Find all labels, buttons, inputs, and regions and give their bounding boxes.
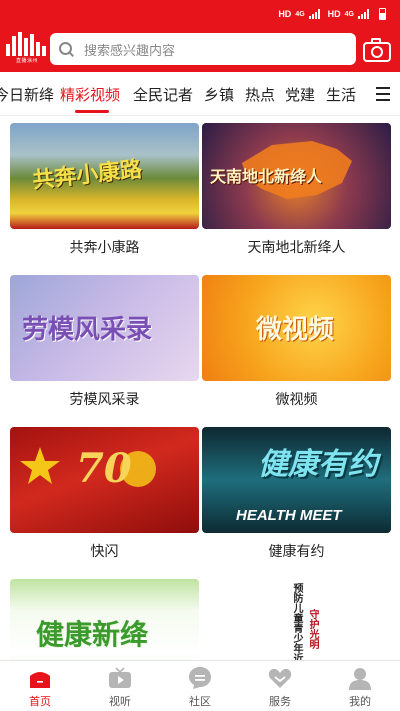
nav-home[interactable]: 首页: [0, 661, 80, 711]
tv-play-icon: [109, 667, 131, 688]
tab-dangjian[interactable]: 党建: [285, 84, 315, 105]
video-thumbnail[interactable]: 70: [10, 427, 199, 533]
nav-label: 社区: [189, 695, 211, 708]
thumbnail-caption: 70: [76, 445, 132, 492]
video-thumbnail[interactable]: 天南地北新绛人: [202, 123, 391, 229]
app-logo[interactable]: 直播涂州: [6, 32, 48, 64]
video-thumbnail[interactable]: 劳模风采录: [10, 275, 199, 381]
video-card[interactable]: 70 快闪: [10, 427, 199, 567]
tab-quanmin-jizhe[interactable]: 全民记者: [133, 84, 193, 105]
thumbnail-caption: 共奔小康路: [31, 156, 144, 194]
more-tabs-button[interactable]: [366, 72, 400, 115]
tab-jinri-xinjiang[interactable]: 今日新绛: [0, 84, 54, 105]
video-title: 劳模风采录: [69, 392, 140, 408]
nav-services[interactable]: 服务: [240, 661, 320, 711]
chat-bubble-icon: [189, 667, 211, 689]
header-bar: HD 4G HD 4G 直播涂州 搜索感兴趣内容: [0, 0, 400, 72]
thumbnail-subcaption: 守护光明: [307, 609, 318, 649]
thumbnail-caption: 劳模风采录: [22, 315, 153, 345]
camera-button[interactable]: [362, 36, 392, 64]
thumbnail-caption: 微视频: [256, 315, 335, 345]
nav-label: 视听: [109, 695, 131, 708]
category-tabs: 今日新绛 精彩视频 全民记者 乡镇 热点 党建 生活: [0, 72, 400, 116]
tab-xiangzhen[interactable]: 乡镇: [204, 84, 234, 105]
video-thumbnail[interactable]: 微视频: [202, 275, 391, 381]
video-title: 共奔小康路: [69, 240, 140, 256]
thumbnail-caption: 健康新绛: [36, 618, 149, 651]
video-card[interactable]: 微视频 微视频: [202, 275, 391, 415]
video-card[interactable]: 共奔小康路 共奔小康路: [10, 123, 199, 263]
user-icon: [349, 668, 371, 690]
video-grid: 共奔小康路 共奔小康路 天南地北新绛人 天南地北新绛人 劳模风采录 劳模风采录 …: [0, 116, 400, 685]
bottom-navigation: 首页 视听 社区 服务 我的: [0, 660, 400, 711]
search-input[interactable]: 搜索感兴趣内容: [50, 33, 356, 65]
video-card[interactable]: 天南地北新绛人 天南地北新绛人: [202, 123, 391, 263]
service-heart-icon: [268, 668, 292, 688]
video-card[interactable]: 健康新绛: [10, 579, 199, 685]
video-title: 健康有约: [268, 544, 325, 560]
tab-jingcai-shipin[interactable]: 精彩视频: [60, 84, 120, 105]
network-type-1: 4G: [295, 10, 305, 18]
menu-icon: [376, 87, 390, 89]
nav-label: 我的: [349, 695, 371, 708]
status-indicators: HD 4G HD 4G: [278, 8, 386, 20]
logo-icon: [6, 32, 48, 56]
network-type-2: 4G: [344, 10, 354, 18]
video-thumbnail[interactable]: 共奔小康路: [10, 123, 199, 229]
status-bar: HD 4G HD 4G: [0, 0, 400, 28]
nav-media[interactable]: 视听: [80, 661, 160, 711]
thumbnail-caption: 天南地北新绛人: [210, 167, 323, 186]
signal-icon-2: [358, 9, 369, 19]
hd-label: HD: [278, 9, 292, 19]
video-card[interactable]: 健康有约 HEALTH MEET 健康有约: [202, 427, 391, 567]
app-screen: HD 4G HD 4G 直播涂州 搜索感兴趣内容 今日新绛 精彩视频 全民记者 …: [0, 0, 400, 711]
nav-profile[interactable]: 我的: [320, 661, 400, 711]
video-card[interactable]: 劳模风采录 劳模风采录: [10, 275, 199, 415]
logo-text: 直播涂州: [15, 58, 38, 64]
hd-label-2: HD: [327, 9, 341, 19]
video-card[interactable]: 预防儿童青少年近视 守护光明: [202, 579, 391, 685]
video-title: 微视频: [275, 392, 318, 408]
nav-label: 首页: [29, 695, 51, 708]
signal-icon: [308, 9, 320, 19]
active-tab-indicator: [75, 110, 109, 113]
video-title: 天南地北新绛人: [247, 240, 346, 256]
search-placeholder: 搜索感兴趣内容: [84, 43, 176, 59]
video-title: 快闪: [90, 544, 119, 560]
video-thumbnail[interactable]: 健康有约 HEALTH MEET: [202, 427, 391, 533]
thumbnail-subcaption: HEALTH MEET: [236, 507, 342, 524]
tab-redian[interactable]: 热点: [245, 84, 275, 105]
nav-label: 服务: [269, 695, 291, 708]
tab-shenghuo[interactable]: 生活: [326, 84, 356, 105]
home-icon: [30, 672, 50, 688]
battery-icon: [379, 8, 386, 20]
search-icon: [58, 41, 74, 57]
thumbnail-caption: 健康有约: [258, 447, 378, 482]
nav-community[interactable]: 社区: [160, 661, 240, 711]
